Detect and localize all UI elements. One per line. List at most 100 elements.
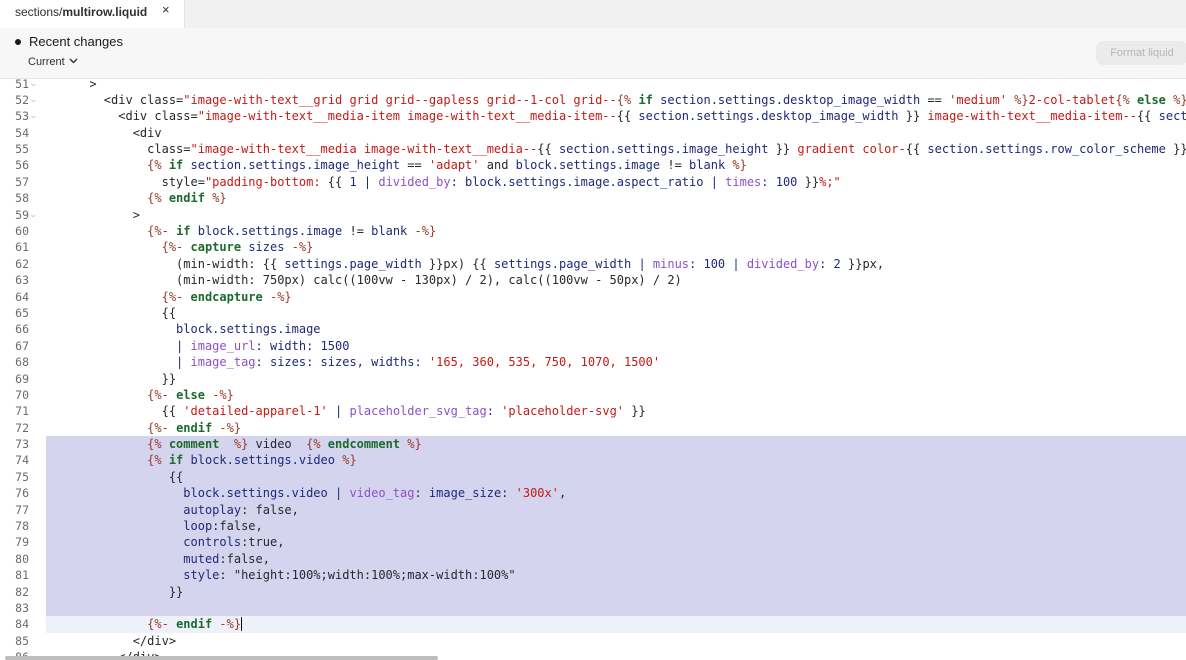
- code-token: "padding-bottom:: [204, 174, 328, 189]
- horizontal-scrollbar[interactable]: [5, 656, 438, 660]
- code-line[interactable]: 75 {{: [0, 468, 1186, 486]
- code-line[interactable]: 64 {%- endcapture -%}: [0, 289, 1186, 305]
- code-token: %}: [335, 453, 357, 468]
- code-token: blank: [689, 158, 726, 173]
- code-line[interactable]: 72 {%- endif -%}: [0, 420, 1186, 436]
- code-line[interactable]: 56 {% if section.settings.image_height =…: [0, 157, 1186, 173]
- code-token: :true,: [241, 535, 285, 550]
- code-line[interactable]: 80 muted:false,: [0, 550, 1186, 568]
- code-token: block.settings.image: [515, 158, 661, 173]
- close-icon[interactable]: ×: [162, 2, 170, 17]
- code-token: else: [1129, 92, 1174, 107]
- code-token: controls: [46, 535, 242, 550]
- code-line[interactable]: 61 {%- capture sizes -%}: [0, 239, 1186, 255]
- line-number: 73: [15, 437, 29, 452]
- code-line[interactable]: 78 loop:false,: [0, 518, 1186, 535]
- code-token: 2-col-tablet: [1028, 92, 1116, 107]
- code-line[interactable]: 81 style: "height:100%;width:100%;max-wi…: [0, 567, 1186, 584]
- code-line[interactable]: 57 style="padding-bottom: {{ 1 | divided…: [0, 174, 1186, 190]
- fold-chevron-icon[interactable]: ⌵: [31, 207, 36, 223]
- code-line[interactable]: 69 }}: [0, 371, 1186, 387]
- code-line[interactable]: 73 {% comment %} video {% endcomment %}: [0, 436, 1186, 453]
- code-token: capture: [183, 240, 249, 255]
- fold-chevron-icon[interactable]: ⌵: [31, 92, 36, 108]
- code-line[interactable]: 52 ⌵ <div class="image-with-text__grid gr…: [0, 92, 1186, 108]
- code-token: gradient color-: [790, 142, 906, 157]
- code-line[interactable]: 82 }}: [0, 583, 1186, 600]
- code-line[interactable]: 60 {%- if block.settings.image != blank …: [0, 223, 1186, 239]
- code-line[interactable]: 83: [0, 600, 1186, 617]
- code-line[interactable]: 59 ⌵ >: [0, 207, 1186, 223]
- code-token: :: [486, 404, 502, 419]
- code-line[interactable]: 66 block.settings.image: [0, 321, 1186, 337]
- code-token: divided_by: [378, 174, 451, 189]
- code-text: {% comment %} video {% endcomment %}: [46, 436, 1186, 453]
- format-liquid-button[interactable]: Format liquid: [1096, 41, 1186, 65]
- code-text: | image_tag: sizes: sizes, widths: '165,…: [46, 354, 1186, 370]
- code-token: 'detailed-apparel-1': [183, 404, 328, 419]
- line-number: 84: [15, 617, 29, 632]
- code-token: %}: [233, 437, 249, 452]
- line-number: 71: [15, 404, 29, 419]
- code-line[interactable]: 84 {%- endif -%}: [0, 616, 1186, 633]
- code-token: section.settings.row_color_scheme: [920, 142, 1174, 157]
- code-token: {{: [472, 256, 487, 271]
- code-line[interactable]: 67 | image_url: width: 1500: [0, 338, 1186, 354]
- line-number: 65: [15, 305, 29, 320]
- code-text: autoplay: false,: [46, 501, 1186, 519]
- code-token: {{: [46, 404, 184, 419]
- code-text: </div>: [46, 633, 1186, 649]
- code-line[interactable]: 76 block.settings.video | video_tag: ima…: [0, 485, 1186, 502]
- code-token: |: [46, 338, 191, 353]
- code-token: : false,: [241, 502, 299, 517]
- code-line[interactable]: 85 </div>: [0, 633, 1186, 649]
- unsaved-dot-icon: [15, 39, 21, 45]
- code-token: endif: [168, 420, 220, 435]
- text-caret: [241, 617, 243, 632]
- code-token: px): [443, 256, 473, 271]
- code-line[interactable]: 63 (min-width: 750px) calc((100vw - 130p…: [0, 272, 1186, 288]
- code-token: : 100: [761, 174, 805, 189]
- code-text: }}: [46, 371, 1186, 387]
- code-line[interactable]: 68 | image_tag: sizes: sizes, widths: '1…: [0, 354, 1186, 370]
- code-line[interactable]: 65 {{: [0, 305, 1186, 321]
- code-line[interactable]: 74 {% if block.settings.video %}: [0, 452, 1186, 469]
- line-number: 51: [15, 79, 29, 91]
- code-line[interactable]: 62 (min-width: {{ settings.page_width }}…: [0, 256, 1186, 272]
- code-line[interactable]: 58 {% endif %}: [0, 190, 1186, 206]
- code-line[interactable]: 51 ⌵ >: [0, 79, 1186, 92]
- code-text: }}: [46, 583, 1186, 600]
- code-token: -%}: [269, 289, 292, 304]
- code-text: {{: [46, 305, 1186, 321]
- code-text: {{: [46, 468, 1186, 486]
- line-number: 58: [15, 191, 29, 206]
- fold-chevron-icon[interactable]: ⌵: [31, 108, 36, 124]
- code-token: '300x': [515, 486, 559, 501]
- code-token: "image-with-text__media image-with-text_…: [190, 142, 538, 157]
- code-line[interactable]: 55 class="image-with-text__media image-w…: [0, 141, 1186, 157]
- code-token: }}: [905, 109, 921, 124]
- code-token: {{: [327, 174, 343, 189]
- tab-multirow-liquid[interactable]: sections/multirow.liquid ×: [0, 0, 185, 28]
- code-editor[interactable]: 51 ⌵ >52 ⌵ <div class="image-with-text__gr…: [0, 79, 1186, 660]
- code-line[interactable]: 53 ⌵ <div class="image-with-text__media-i…: [0, 108, 1186, 124]
- code-text: style="padding-bottom: {{ 1 | divided_by…: [46, 174, 1186, 190]
- code-text: (min-width: {{ settings.page_width }}px)…: [46, 256, 1186, 272]
- code-line[interactable]: 79 controls:true,: [0, 534, 1186, 551]
- code-token: }}: [624, 404, 646, 419]
- code-line[interactable]: 71 {{ 'detailed-apparel-1' | placeholder…: [0, 403, 1186, 419]
- code-line[interactable]: 54 <div: [0, 125, 1186, 141]
- fold-chevron-icon[interactable]: ⌵: [31, 79, 36, 92]
- line-number: 55: [15, 142, 29, 157]
- code-token: {{: [905, 142, 921, 157]
- code-line[interactable]: 70 {%- else -%}: [0, 387, 1186, 403]
- code-line[interactable]: 77 autoplay: false,: [0, 501, 1186, 519]
- code-text: {% if block.settings.video %}: [46, 452, 1186, 469]
- version-select[interactable]: Current: [28, 55, 78, 71]
- recent-changes-bar: [0, 28, 1186, 79]
